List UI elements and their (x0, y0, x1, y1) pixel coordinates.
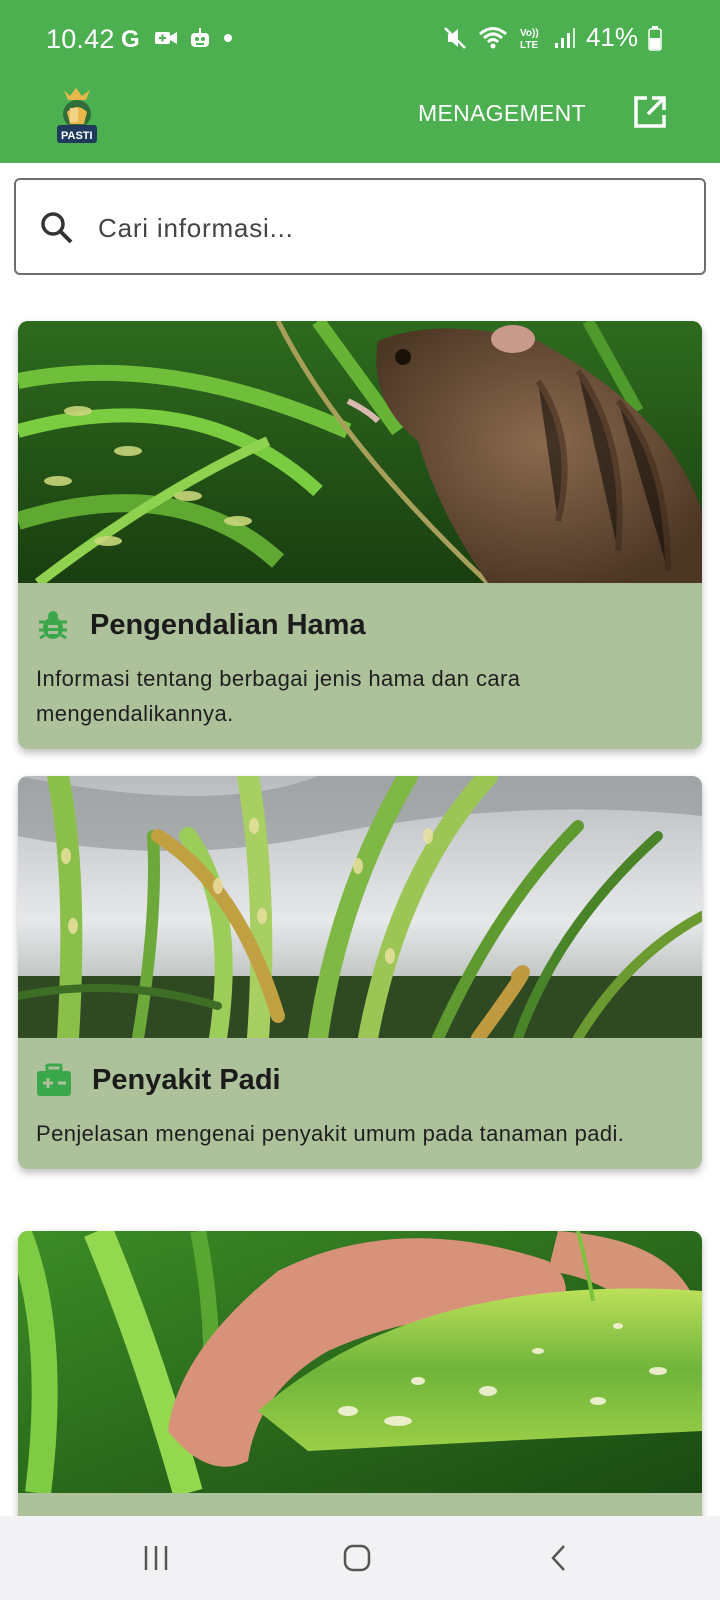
card-image-diseased-rice (18, 776, 702, 1038)
svg-text:G: G (121, 26, 140, 50)
logo-text: PASTI (61, 130, 93, 142)
medical-bag-icon (36, 1063, 72, 1097)
card-title-row: Penyakit Padi (36, 1060, 684, 1100)
card-body: Penyakit Padi Penjelasan mengenai penyak… (18, 1038, 702, 1169)
card-description: Informasi tentang berbagai jenis hama da… (36, 666, 521, 726)
assistant-bot-icon (188, 26, 212, 50)
card-image-spotted-leaf (18, 1231, 702, 1493)
svg-text:LTE: LTE (520, 40, 538, 51)
card-title: Penyakit Padi (92, 1063, 281, 1096)
search-icon (40, 211, 74, 245)
card-description: Penjelasan mengenai penyakit umum pada t… (36, 1121, 625, 1146)
card-title-row: Pengendalian Hama (36, 605, 684, 645)
video-call-icon (154, 28, 178, 48)
notification-dot-icon (222, 32, 234, 44)
card-third[interactable] (18, 1231, 702, 1531)
card-body: Pengendalian Hama Informasi tentang berb… (18, 583, 702, 749)
top-bar: 10.42 G Vo)) LTE 41% PASTI MENAGEMENT (0, 0, 720, 163)
bug-icon (36, 608, 70, 642)
status-bar: 10.42 G Vo)) LTE 41% (0, 0, 720, 80)
system-nav-bar (0, 1516, 720, 1600)
status-right-icons: Vo)) LTE 41% (442, 22, 662, 53)
battery-percent: 41% (585, 22, 638, 52)
menagement-button[interactable]: MENAGEMENT (418, 100, 586, 127)
google-g-icon: G (120, 26, 144, 50)
app-logo[interactable]: PASTI (54, 84, 100, 146)
card-penyakit-padi[interactable]: Penyakit Padi Penjelasan mengenai penyak… (18, 776, 702, 1169)
card-image-rat (18, 321, 702, 583)
status-left-icons: G (120, 26, 234, 50)
status-time: 10.42 (46, 24, 115, 54)
app-screen: 10.42 G Vo)) LTE 41% PASTI MENAGEMENT Ca… (0, 0, 720, 1600)
search-input[interactable] (98, 206, 658, 250)
card-title: Pengendalian Hama (90, 608, 366, 641)
back-icon[interactable] (500, 1516, 620, 1600)
svg-text:Vo)): Vo)) (520, 28, 539, 39)
signal-icon (554, 26, 576, 50)
card-pengendalian-hama[interactable]: Pengendalian Hama Informasi tentang berb… (18, 321, 702, 749)
recent-apps-icon[interactable] (96, 1516, 216, 1600)
search-box[interactable] (14, 178, 706, 275)
app-bar: PASTI MENAGEMENT (0, 80, 720, 163)
mute-icon (442, 25, 468, 51)
battery-icon (648, 25, 662, 51)
home-icon[interactable] (297, 1516, 417, 1600)
wifi-icon (478, 25, 508, 51)
open-external-icon[interactable] (632, 94, 668, 130)
volte-icon: Vo)) LTE (518, 25, 544, 51)
